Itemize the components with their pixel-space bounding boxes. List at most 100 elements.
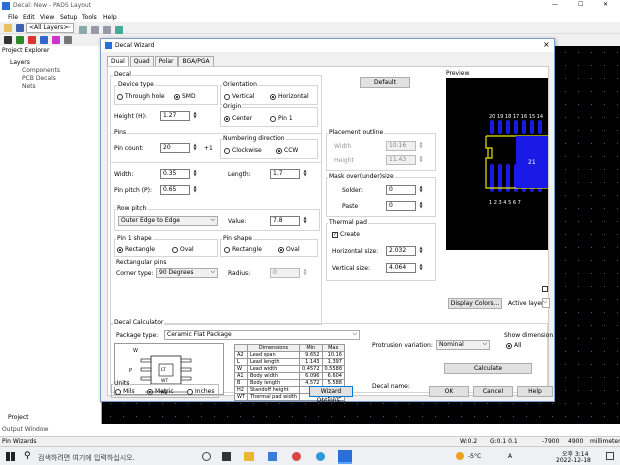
store-app-icon[interactable]	[268, 452, 277, 461]
placement-height-spinner[interactable]: ▲ ▼	[418, 155, 424, 165]
placement-height-input[interactable]: 11.43	[386, 155, 416, 165]
tab-bga-pga[interactable]: BGA/PGA	[178, 56, 214, 66]
vertical-size-input[interactable]: 4.064	[386, 263, 416, 273]
pin-rectangle-radio[interactable]: Rectangle	[224, 246, 262, 253]
solder-spinner[interactable]: ▲ ▼	[418, 185, 424, 195]
menu-view[interactable]: View	[40, 14, 54, 21]
corner-type-select[interactable]: 90 Degrees	[156, 268, 218, 278]
through-hole-radio[interactable]: Through hole	[117, 93, 165, 100]
display-colors-button[interactable]: Display Colors...	[448, 298, 502, 309]
cancel-button[interactable]: Cancel	[473, 386, 513, 397]
pin1-rectangle-radio[interactable]: Rectangle	[117, 246, 155, 253]
menu-tools[interactable]: Tools	[82, 14, 97, 21]
redo-icon[interactable]	[102, 26, 111, 34]
drc-icon[interactable]	[27, 36, 36, 44]
placement-width-input[interactable]: 10.16	[386, 141, 416, 151]
mils-radio[interactable]: Mils	[115, 388, 135, 395]
pin-count-input[interactable]: 20	[160, 143, 190, 153]
save-icon[interactable]	[15, 24, 24, 32]
vertical-radio[interactable]: Vertical	[224, 93, 254, 100]
explorer-item-layers[interactable]: Layers	[10, 59, 30, 66]
close-window-icon[interactable]: ✕	[603, 1, 608, 8]
calculate-button[interactable]: Calculate	[444, 363, 532, 374]
row-pitch-spinner[interactable]: ▲ ▼	[302, 216, 308, 226]
ccw-radio[interactable]: CCW	[276, 147, 298, 154]
menu-edit[interactable]: Edit	[23, 14, 35, 21]
explorer-item-components[interactable]: Components	[22, 67, 60, 74]
paste-input[interactable]: 0	[386, 201, 416, 211]
protrusion-select[interactable]: Nominal	[436, 340, 490, 350]
default-button[interactable]: Default	[360, 77, 410, 88]
horizontal-size-input[interactable]: 2.032	[386, 246, 416, 256]
pin-length-spinner[interactable]: ▲ ▼	[302, 169, 308, 179]
center-radio[interactable]: Center	[224, 115, 252, 122]
horizontal-size-spinner[interactable]: ▲ ▼	[418, 246, 424, 256]
pad-icon[interactable]	[39, 36, 48, 44]
paste-spinner[interactable]: ▲ ▼	[418, 201, 424, 211]
explorer-item-pcb-decals[interactable]: PCB Decals	[22, 75, 56, 82]
windows-start-icon[interactable]	[6, 452, 15, 461]
vertical-size-spinner[interactable]: ▲ ▼	[418, 263, 424, 273]
taskbar-app-icon[interactable]	[222, 452, 231, 461]
text-icon[interactable]	[63, 36, 72, 44]
pin-length-input[interactable]: 1.7	[270, 169, 300, 179]
metric-radio[interactable]: Metric	[147, 388, 174, 395]
height-input[interactable]: 1.27	[160, 111, 190, 121]
layer-select[interactable]: <All Layers>	[26, 23, 74, 33]
explorer-app-icon[interactable]	[244, 452, 254, 461]
row-pitch-select[interactable]: Outer Edge to Edge	[118, 216, 218, 226]
radius-spinner[interactable]: ▲ ▼	[302, 268, 308, 278]
clockwise-radio[interactable]: Clockwise	[224, 147, 262, 154]
help-button[interactable]: Help	[517, 386, 553, 397]
pin-pitch-input[interactable]: 0.65	[160, 185, 190, 195]
height-spinner[interactable]: ▲ ▼	[192, 111, 198, 121]
notification-icon[interactable]	[606, 452, 614, 460]
solder-input[interactable]: 0	[386, 185, 416, 195]
horizontal-radio[interactable]: Horizontal	[270, 93, 309, 100]
pads-app-icon[interactable]	[338, 450, 352, 464]
open-icon[interactable]	[4, 24, 12, 32]
pin1-oval-radio[interactable]: Oval	[172, 246, 194, 253]
dialog-close-icon[interactable]: ×	[543, 40, 550, 49]
minimize-icon[interactable]: —	[552, 1, 558, 8]
maximize-icon[interactable]: ☐	[578, 1, 583, 8]
pin-pitch-spinner[interactable]: ▲ ▼	[192, 185, 198, 195]
task-view-icon[interactable]	[202, 452, 211, 461]
route-icon[interactable]	[15, 36, 24, 44]
tab-quad[interactable]: Quad	[129, 56, 154, 66]
pin1-origin-radio[interactable]: Pin 1	[270, 115, 293, 122]
pin-oval-radio[interactable]: Oval	[278, 246, 300, 253]
preview-checkbox[interactable]	[542, 286, 548, 292]
show-all-radio[interactable]: All	[506, 342, 521, 349]
ok-button[interactable]: OK	[429, 386, 469, 397]
pin-width-spinner[interactable]: ▲ ▼	[192, 169, 198, 179]
package-type-select[interactable]: Ceramic Flat Package	[164, 330, 360, 340]
pin-count-spinner[interactable]: ▲ ▼	[192, 143, 198, 153]
zoom-icon[interactable]	[79, 26, 87, 34]
smd-radio[interactable]: SMD	[174, 93, 196, 100]
via-icon[interactable]	[51, 36, 60, 44]
project-tab[interactable]: Project	[8, 414, 29, 421]
layers-icon[interactable]	[114, 26, 123, 34]
search-icon[interactable]: ⚲	[24, 451, 31, 461]
edge-app-icon[interactable]	[316, 452, 325, 461]
menu-help[interactable]: Help	[103, 14, 117, 21]
inches-radio[interactable]: Inches	[187, 388, 215, 395]
pin-width-input[interactable]: 0.35	[160, 169, 190, 179]
placement-width-spinner[interactable]: ▲ ▼	[418, 141, 424, 151]
undo-icon[interactable]	[90, 26, 99, 34]
radius-input[interactable]: 0	[270, 268, 300, 278]
menu-setup[interactable]: Setup	[60, 14, 77, 21]
menu-file[interactable]: File	[8, 14, 18, 21]
active-layer-select[interactable]	[542, 298, 550, 308]
ime-indicator[interactable]: A	[508, 453, 512, 460]
taskbar-search[interactable]: 검색하려면 여기에 입력하십시오.	[38, 453, 135, 463]
explorer-item-nets[interactable]: Nets	[22, 83, 36, 90]
select-icon[interactable]	[4, 36, 12, 44]
chrome-app-icon[interactable]	[292, 452, 301, 461]
create-checkbox[interactable]: ✓ Create	[332, 231, 360, 238]
row-pitch-value-input[interactable]: 7.8	[270, 216, 300, 226]
table-cell: WT	[234, 393, 248, 401]
tab-polar[interactable]: Polar	[154, 56, 178, 66]
wizard-options-button[interactable]: Wizard Options...	[309, 386, 353, 404]
